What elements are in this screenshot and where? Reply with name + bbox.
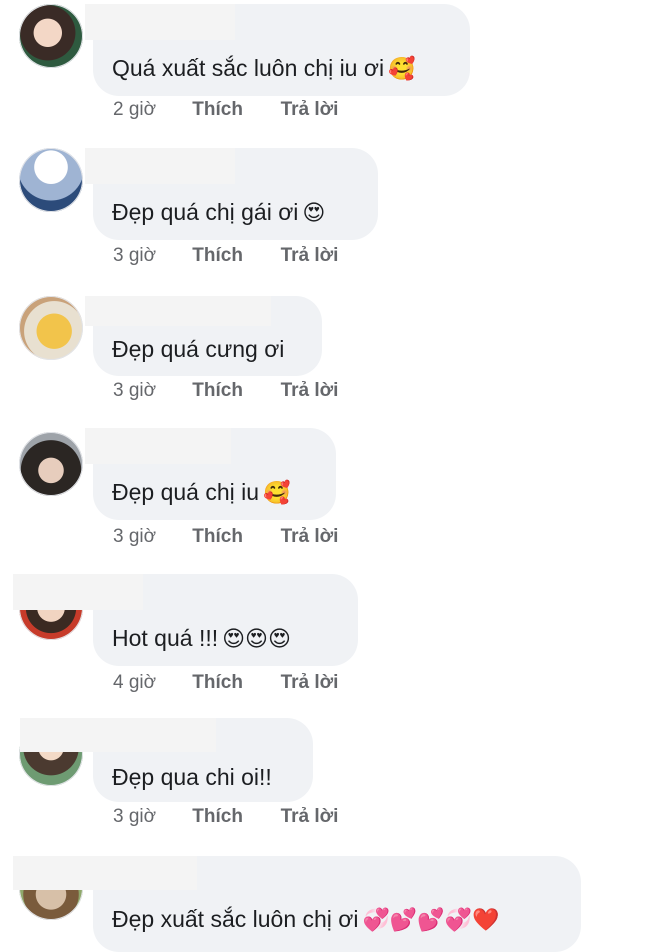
like-button[interactable]: Thích	[192, 526, 275, 548]
comment-text: Đẹp quá chị gái ơi 😍	[112, 199, 326, 226]
comment-bubble: Đẹp qua chi oi!!	[20, 718, 313, 802]
reply-button[interactable]: Trả lời	[281, 99, 339, 121]
reply-button[interactable]: Trả lời	[281, 526, 339, 548]
comment-list: Quá xuất sắc luôn chị iu ơi 🥰 2 giờ Thích…	[0, 0, 660, 952]
comment-time: 2 giờ	[113, 99, 157, 120]
comment-text: Đẹp quá chị iu 🥰	[112, 479, 291, 506]
comment-bubble: Quá xuất sắc luôn chị iu ơi 🥰	[85, 4, 470, 96]
comment-text: Quá xuất sắc luôn chị iu ơi 🥰	[112, 55, 416, 82]
comment-text: Đẹp qua chi oi!!	[112, 764, 272, 790]
comment-bubble: Hot quá !!! 😍😍😍	[13, 574, 358, 666]
comment-time: 3 giờ	[113, 380, 157, 401]
reply-button[interactable]: Trả lời	[281, 245, 339, 267]
avatar[interactable]	[19, 148, 83, 212]
comment-bubble: Đẹp quá cưng ơi	[85, 296, 322, 376]
like-button[interactable]: Thích	[192, 806, 275, 828]
heart-eyes-icon: 😍😍😍	[222, 627, 291, 652]
like-button[interactable]: Thích	[192, 380, 275, 402]
reply-button[interactable]: Trả lời	[281, 806, 339, 828]
comment-bubble: Đẹp quá chị gái ơi 😍	[85, 148, 378, 240]
reply-button[interactable]: Trả lời	[281, 672, 339, 694]
comment-text: Đẹp quá cưng ơi	[112, 336, 285, 362]
comment-time: 3 giờ	[113, 806, 157, 827]
smiling-face-with-hearts-icon: 🥰	[388, 57, 416, 82]
comment-actions: 4 giờ Thích Trả lời	[113, 672, 338, 694]
smiling-face-with-hearts-icon: 🥰	[263, 481, 291, 506]
avatar[interactable]	[19, 4, 83, 68]
comment-actions: 2 giờ Thích Trả lời	[113, 99, 338, 121]
redacted-name	[13, 856, 197, 890]
heart-eyes-icon: 😍	[302, 201, 326, 226]
comment-time: 3 giờ	[113, 526, 157, 547]
comment-bubble: Đẹp xuất sắc luôn chị ơi 💞💕💕💞❤️	[13, 856, 581, 952]
like-button[interactable]: Thích	[192, 672, 275, 694]
avatar[interactable]	[19, 296, 83, 360]
comment-text: Hot quá !!! 😍😍😍	[112, 625, 291, 652]
comment-bubble: Đẹp quá chị iu 🥰	[85, 428, 336, 520]
avatar[interactable]	[19, 432, 83, 496]
like-button[interactable]: Thích	[192, 245, 275, 267]
redacted-name	[85, 148, 235, 184]
comment-actions: 3 giờ Thích Trả lời	[113, 245, 338, 267]
redacted-name	[13, 574, 143, 610]
comment-text: Đẹp xuất sắc luôn chị ơi 💞💕💕💞❤️	[112, 906, 500, 933]
comment-actions: 3 giờ Thích Trả lời	[113, 526, 338, 548]
comment-actions: 3 giờ Thích Trả lời	[113, 806, 338, 828]
hearts-icon: 💞💕💕💞❤️	[362, 908, 500, 933]
redacted-name	[20, 718, 216, 752]
redacted-name	[85, 428, 231, 464]
redacted-name	[85, 296, 271, 326]
comment-time: 4 giờ	[113, 672, 157, 693]
comment-actions: 3 giờ Thích Trả lời	[113, 380, 338, 402]
reply-button[interactable]: Trả lời	[281, 380, 339, 402]
redacted-name	[85, 4, 235, 40]
comment-time: 3 giờ	[113, 245, 157, 266]
like-button[interactable]: Thích	[192, 99, 275, 121]
